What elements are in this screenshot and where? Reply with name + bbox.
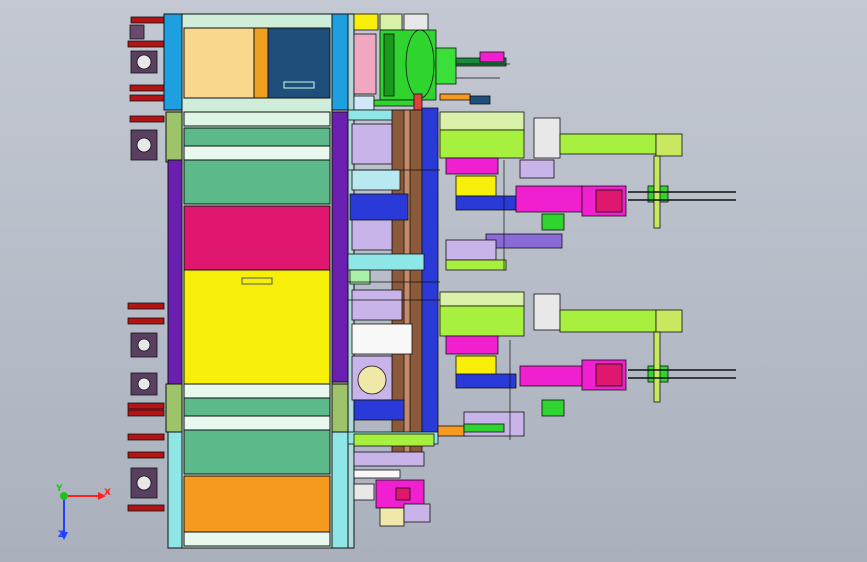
x-axis-label: X [104, 488, 111, 498]
cad-viewport[interactable]: X Y Z [0, 0, 867, 562]
y-axis-label: Y [56, 484, 63, 494]
assembly-drawing [127, 13, 736, 549]
caster-group [127, 16, 167, 512]
upper-actuator [439, 111, 736, 271]
main-frame [163, 13, 355, 549]
lower-actuator [439, 291, 736, 437]
z-axis-label: Z [58, 530, 65, 540]
drum-assembly [353, 13, 507, 111]
